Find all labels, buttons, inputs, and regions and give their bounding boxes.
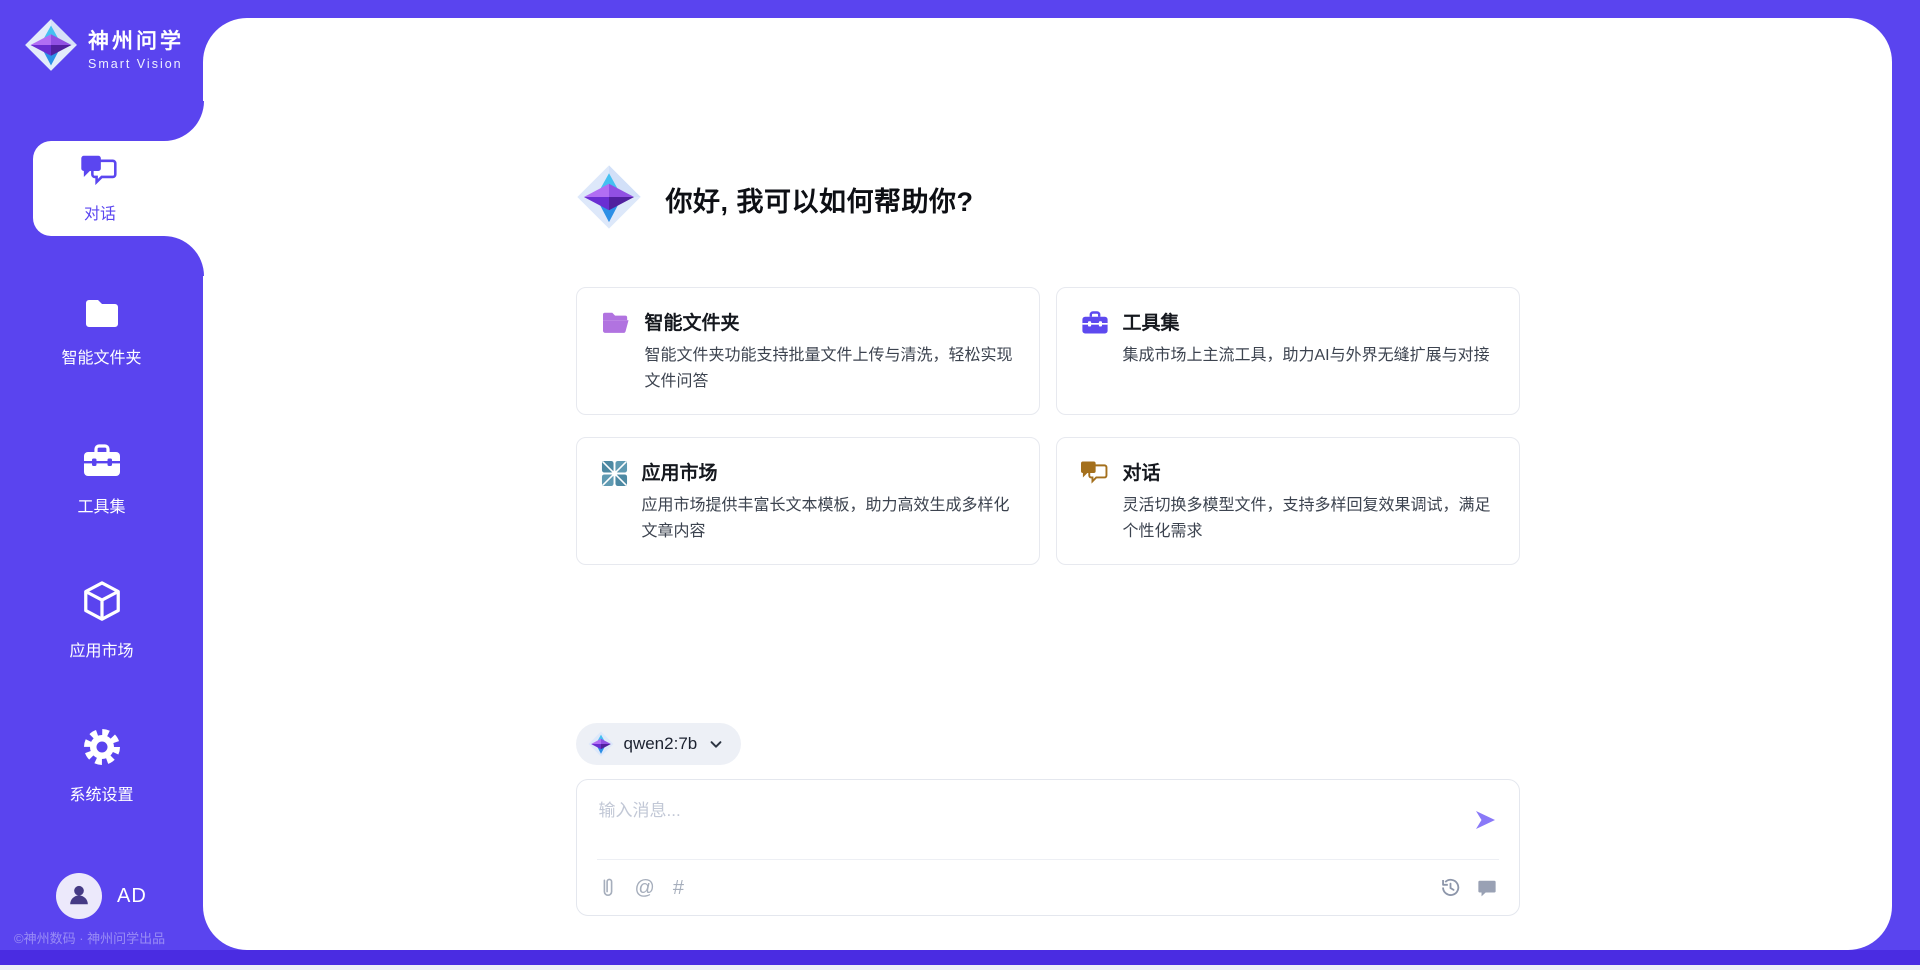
sidebar-item-label: 对话 bbox=[84, 200, 116, 224]
grid-wheel-icon bbox=[601, 460, 628, 492]
greeting-block: 你好, 我可以如何帮助你? bbox=[576, 164, 1520, 235]
greeting-title: 你好, 我可以如何帮助你? bbox=[666, 180, 974, 219]
briefcase-icon bbox=[1081, 310, 1109, 341]
card-title: 智能文件夹 bbox=[645, 308, 1015, 335]
sidebar-item-smart-folder[interactable]: 智能文件夹 bbox=[0, 296, 203, 368]
user-profile[interactable]: AD bbox=[56, 873, 147, 919]
folder-icon bbox=[82, 296, 122, 335]
sidebar-item-app-market[interactable]: 应用市场 bbox=[0, 581, 203, 661]
card-title: 工具集 bbox=[1123, 308, 1490, 335]
history-icon[interactable] bbox=[1440, 877, 1461, 898]
diamond-logo-icon bbox=[588, 731, 614, 757]
card-chat[interactable]: 对话 灵活切换多模型文件，支持多样回复效果调试，满足个性化需求 bbox=[1056, 437, 1520, 565]
briefcase-icon bbox=[82, 443, 122, 484]
message-input[interactable] bbox=[599, 796, 1459, 854]
sidebar: 神州问学 Smart Vision 对话 智能文件夹 bbox=[0, 0, 203, 970]
comment-icon[interactable] bbox=[1477, 878, 1497, 898]
card-description: 集成市场上主流工具，助力AI与外界无缝扩展与对接 bbox=[1123, 343, 1490, 369]
cube-icon bbox=[82, 581, 122, 628]
brand-name: 神州问学 bbox=[88, 25, 184, 55]
model-name: qwen2:7b bbox=[624, 734, 698, 754]
sidebar-item-label: 工具集 bbox=[77, 493, 125, 517]
send-icon[interactable] bbox=[1473, 808, 1497, 832]
feature-cards: 智能文件夹 智能文件夹功能支持批量文件上传与清洗，轻松实现文件问答 工具集 bbox=[576, 287, 1520, 565]
sidebar-item-label: 智能文件夹 bbox=[61, 344, 141, 368]
chevron-down-icon bbox=[707, 736, 725, 752]
card-smart-folder[interactable]: 智能文件夹 智能文件夹功能支持批量文件上传与清洗，轻松实现文件问答 bbox=[576, 287, 1040, 415]
mention-icon[interactable]: @ bbox=[635, 878, 655, 898]
chat-bubbles-icon bbox=[81, 154, 119, 193]
bottom-edge bbox=[0, 965, 1920, 970]
sidebar-item-chat[interactable]: 对话 bbox=[33, 141, 203, 236]
chat-bubbles-icon bbox=[1081, 460, 1109, 491]
user-initials: AD bbox=[117, 885, 147, 908]
diamond-logo-icon bbox=[576, 164, 642, 235]
gear-icon bbox=[82, 727, 122, 772]
bottom-strip bbox=[0, 950, 1920, 965]
message-composer: @ # bbox=[576, 779, 1520, 916]
folder-open-icon bbox=[601, 310, 631, 341]
card-description: 灵活切换多模型文件，支持多样回复效果调试，满足个性化需求 bbox=[1123, 493, 1495, 544]
card-description: 应用市场提供丰富长文本模板，助力高效生成多样化文章内容 bbox=[642, 493, 1015, 544]
sidebar-item-toolset[interactable]: 工具集 bbox=[0, 443, 203, 517]
diamond-logo-icon bbox=[24, 18, 78, 77]
attachment-icon[interactable] bbox=[599, 876, 617, 900]
main-content: 你好, 我可以如何帮助你? 智能文件夹 智能文件夹功能支持批量文件上传与清洗，轻… bbox=[203, 18, 1892, 950]
hashtag-icon[interactable]: # bbox=[673, 878, 684, 898]
avatar bbox=[56, 873, 102, 919]
card-toolset[interactable]: 工具集 集成市场上主流工具，助力AI与外界无缝扩展与对接 bbox=[1056, 287, 1520, 415]
card-title: 对话 bbox=[1123, 458, 1495, 485]
card-title: 应用市场 bbox=[642, 458, 1015, 485]
sidebar-item-label: 应用市场 bbox=[69, 637, 133, 661]
card-description: 智能文件夹功能支持批量文件上传与清洗，轻松实现文件问答 bbox=[645, 343, 1015, 394]
sidebar-item-label: 系统设置 bbox=[69, 781, 133, 805]
brand-logo: 神州问学 Smart Vision bbox=[24, 18, 184, 77]
sidebar-item-settings[interactable]: 系统设置 bbox=[0, 727, 203, 805]
composer-toolbar: @ # bbox=[599, 860, 1497, 915]
person-icon bbox=[66, 881, 92, 912]
copyright-footer: ©神州数码 · 神州问学出品 bbox=[14, 928, 204, 947]
model-selector[interactable]: qwen2:7b bbox=[576, 723, 742, 765]
card-app-market[interactable]: 应用市场 应用市场提供丰富长文本模板，助力高效生成多样化文章内容 bbox=[576, 437, 1040, 565]
brand-subtitle: Smart Vision bbox=[88, 57, 184, 71]
